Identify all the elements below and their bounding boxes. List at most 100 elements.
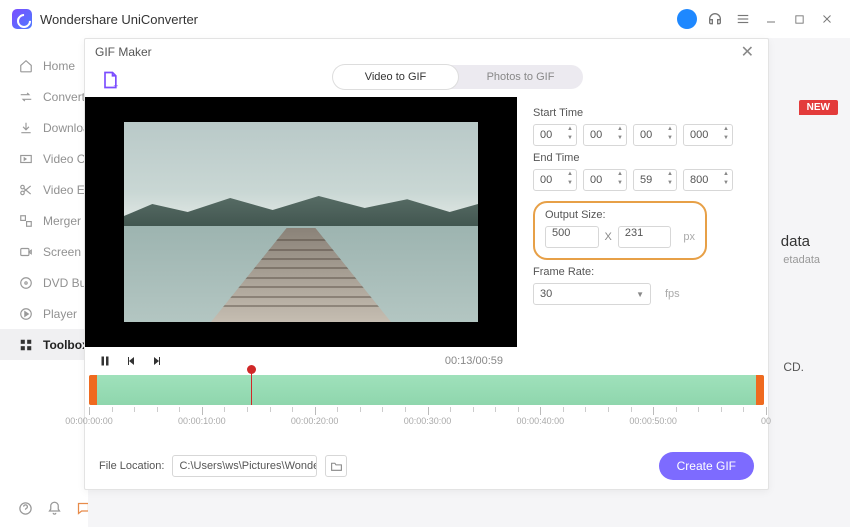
tick-label: 00:00:50:00: [629, 416, 677, 426]
app-title: Wondershare UniConverter: [40, 12, 198, 27]
play-icon: [18, 306, 33, 321]
tab-photos-to-gif[interactable]: Photos to GIF: [458, 65, 583, 89]
playback-controls: 00:13/00:59: [85, 347, 517, 375]
start-ms[interactable]: 000▲▼: [683, 124, 733, 146]
new-badge: NEW: [799, 100, 838, 115]
tab-video-to-gif[interactable]: Video to GIF: [333, 65, 458, 89]
end-ms[interactable]: 800▲▼: [683, 169, 733, 191]
trim-handle-end[interactable]: [756, 375, 764, 405]
add-file-button[interactable]: +: [99, 69, 121, 91]
video-frame[interactable]: [85, 97, 517, 347]
close-button[interactable]: [816, 8, 838, 30]
sidebar-item-merger[interactable]: Merger: [0, 205, 88, 236]
start-minutes[interactable]: 00▲▼: [583, 124, 627, 146]
start-seconds[interactable]: 00▲▼: [633, 124, 677, 146]
sidebar-item-converter[interactable]: Converter: [0, 81, 88, 112]
output-width-input[interactable]: 500: [545, 226, 599, 248]
sidebar-item-editor[interactable]: Video Editor: [0, 174, 88, 205]
toolbox-icon: [18, 337, 33, 352]
menu-icon[interactable]: [732, 8, 754, 30]
bg-text-3: CD.: [783, 360, 804, 374]
next-frame-button[interactable]: [151, 355, 163, 367]
merge-icon: [18, 213, 33, 228]
sidebar-item-label: DVD Burner: [43, 276, 88, 290]
sidebar-item-label: Video Editor: [43, 183, 88, 197]
create-gif-button[interactable]: Create GIF: [659, 452, 754, 480]
timeline-ruler: 00:00:00:0000:00:10:0000:00:20:0000:00:3…: [89, 407, 764, 429]
sidebar-footer: [0, 489, 91, 527]
start-hours[interactable]: 00▲▼: [533, 124, 577, 146]
framerate-label: Frame Rate:: [533, 266, 754, 278]
framerate-select[interactable]: 30 ▼: [533, 283, 651, 305]
output-size-label: Output Size:: [545, 209, 695, 221]
timeline: 00:00:00:0000:00:10:0000:00:20:0000:00:3…: [85, 375, 768, 433]
sidebar-item-label: Screen Recorder: [43, 245, 88, 259]
support-icon[interactable]: [704, 8, 726, 30]
compress-icon: [18, 151, 33, 166]
tick-label: 00:00:40:00: [517, 416, 565, 426]
bell-icon[interactable]: [47, 501, 62, 516]
chevron-down-icon: ▼: [636, 290, 644, 299]
playhead[interactable]: [251, 367, 252, 405]
sidebar-item-label: Player: [43, 307, 77, 321]
time-display: 00:13/00:59: [445, 355, 503, 367]
end-time-label: End Time: [533, 152, 754, 164]
help-icon[interactable]: [18, 501, 33, 516]
sidebar-item-downloader[interactable]: Downloader: [0, 112, 88, 143]
sidebar-item-home[interactable]: Home: [0, 50, 88, 81]
file-location-label: File Location:: [99, 460, 164, 472]
output-size-group: Output Size: 500 X 231 px: [533, 201, 707, 260]
modal-title: GIF Maker: [95, 45, 152, 59]
sidebar-item-label: Merger: [43, 214, 81, 228]
video-preview: 00:13/00:59: [85, 97, 517, 375]
bg-text-2: etadata: [783, 254, 820, 266]
trim-handle-start[interactable]: [89, 375, 97, 405]
bg-text-1: data: [781, 233, 810, 250]
sidebar-item-compressor[interactable]: Video Compressor: [0, 143, 88, 174]
disc-icon: [18, 275, 33, 290]
minimize-button[interactable]: [760, 8, 782, 30]
modal-footer: File Location: C:\Users\ws\Pictures\Wond…: [85, 443, 768, 489]
tick-label: 00:00:30:00: [404, 416, 452, 426]
tick-label: 00:00:00:00: [65, 416, 113, 426]
file-location-select[interactable]: C:\Users\ws\Pictures\Wonders ▼: [172, 455, 317, 477]
tick-label: 00:00:10:00: [178, 416, 226, 426]
sidebar-item-player[interactable]: Player: [0, 298, 88, 329]
end-hours[interactable]: 00▲▼: [533, 169, 577, 191]
sidebar-item-label: Video Compressor: [43, 152, 88, 166]
pause-button[interactable]: [99, 355, 111, 367]
svg-text:+: +: [113, 80, 118, 90]
modal-close-button[interactable]: ✕: [737, 42, 758, 62]
mode-switch: Video to GIF Photos to GIF: [333, 65, 583, 89]
sidebar-item-recorder[interactable]: Screen Recorder: [0, 236, 88, 267]
titlebar: Wondershare UniConverter: [0, 0, 850, 38]
end-seconds[interactable]: 59▲▼: [633, 169, 677, 191]
sidebar-item-label: Downloader: [43, 121, 88, 135]
sidebar-item-label: Toolbox: [43, 338, 88, 352]
app-logo: [12, 9, 32, 29]
scissors-icon: [18, 182, 33, 197]
open-folder-button[interactable]: [325, 455, 347, 477]
sidebar-item-label: Home: [43, 59, 75, 73]
prev-frame-button[interactable]: [125, 355, 137, 367]
sidebar-item-toolbox[interactable]: Toolbox: [0, 329, 88, 360]
fps-unit: fps: [665, 288, 680, 300]
timeline-track[interactable]: [89, 375, 764, 405]
gif-maker-panel: GIF Maker ✕ + Video to GIF Photos to GIF: [84, 38, 769, 490]
tick-label: 00: [761, 416, 771, 426]
sidebar-item-dvd[interactable]: DVD Burner: [0, 267, 88, 298]
size-separator: X: [605, 231, 612, 243]
spin-down-icon: ▼: [565, 135, 575, 144]
download-icon: [18, 120, 33, 135]
converter-icon: [18, 89, 33, 104]
tick-label: 00:00:20:00: [291, 416, 339, 426]
sidebar-item-label: Converter: [43, 90, 88, 104]
end-minutes[interactable]: 00▲▼: [583, 169, 627, 191]
output-height-input[interactable]: 231: [618, 226, 672, 248]
gif-settings: Start Time 00▲▼ 00▲▼ 00▲▼ 000▲▼ End Time…: [533, 97, 754, 375]
maximize-button[interactable]: [788, 8, 810, 30]
px-unit: px: [683, 231, 695, 243]
spin-up-icon: ▲: [565, 126, 575, 135]
record-icon: [18, 244, 33, 259]
account-avatar[interactable]: [676, 8, 698, 30]
